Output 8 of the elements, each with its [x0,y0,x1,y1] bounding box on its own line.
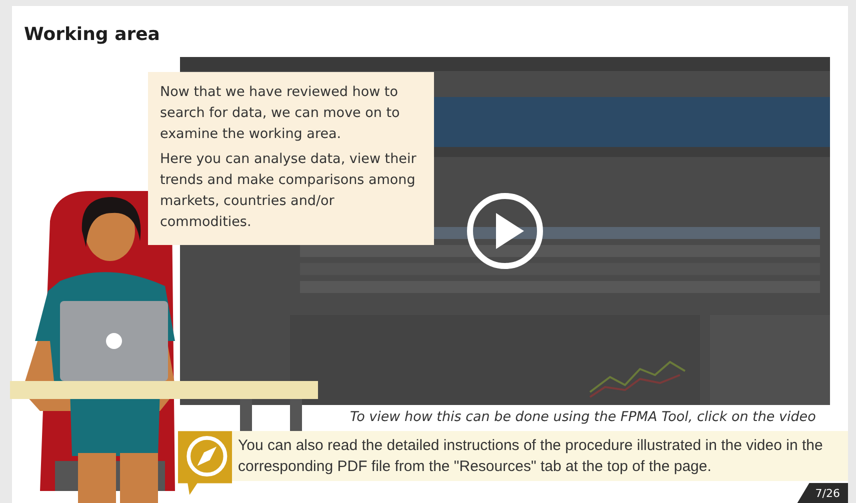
tip-text: You can also read the detailed instructions of the procedure illustrated in the video in the corresponding PDF file from the "Resources" tab at the top of the page. [230,431,848,481]
bubble-text: Here you can analyse data, view their trends and make comparisons among markets, countries and/or commodities. [160,150,418,232]
page-counter: 7/26 [797,483,848,503]
play-button-icon[interactable] [465,191,545,271]
bubble-text: Now that we have reviewed how to search for data, we can move on to examine the working area. [160,83,401,144]
slide-title: Working area [24,24,161,45]
video-caption: To view how this can be done using the FPMA Tool, click on the video [349,409,817,425]
compass-icon [178,431,232,495]
